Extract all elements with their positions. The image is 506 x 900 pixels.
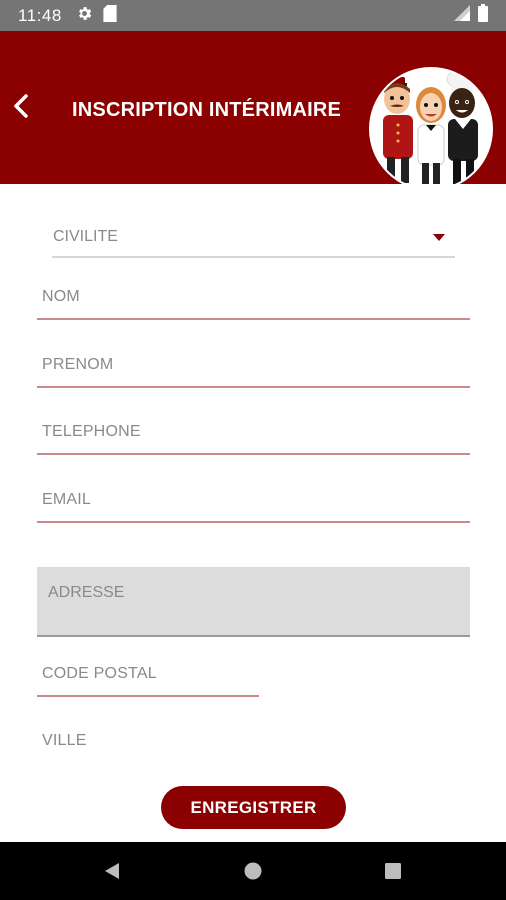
back-button[interactable] [6, 93, 36, 123]
nom-field[interactable]: NOM [37, 288, 470, 320]
adresse-field[interactable]: ADRESSE [37, 567, 470, 637]
registration-form: CIVILITE NOM PRENOM TELEPHONE EMAIL ADRE… [0, 184, 506, 842]
email-placeholder: EMAIL [42, 491, 92, 508]
signal-icon [454, 5, 470, 26]
sd-card-icon [103, 4, 117, 27]
app-bar: INSCRIPTION INTÉRIMAIRE [0, 31, 506, 191]
nom-placeholder: NOM [42, 288, 80, 305]
ville-field[interactable]: VILLE [37, 732, 470, 764]
civilite-select[interactable]: CIVILITE [52, 224, 455, 258]
adresse-placeholder: ADRESSE [48, 584, 125, 601]
page-title: INSCRIPTION INTÉRIMAIRE [72, 99, 342, 121]
status-bar: 11:48 [0, 0, 506, 31]
back-triangle-icon[interactable] [100, 859, 124, 883]
email-field[interactable]: EMAIL [37, 491, 470, 523]
gear-icon [76, 5, 93, 27]
recents-square-icon[interactable] [381, 859, 405, 883]
home-circle-icon[interactable] [241, 859, 265, 883]
prenom-field[interactable]: PRENOM [37, 356, 470, 388]
dropdown-arrow-icon [433, 234, 445, 241]
chevron-left-icon [13, 93, 29, 123]
ville-placeholder: VILLE [42, 732, 87, 749]
enregistrer-button[interactable]: ENREGISTRER [161, 786, 346, 829]
code-postal-field[interactable]: CODE POSTAL [37, 665, 259, 697]
mascots-illustration [369, 67, 493, 191]
prenom-placeholder: PRENOM [42, 356, 114, 373]
battery-icon [478, 4, 488, 27]
telephone-placeholder: TELEPHONE [42, 423, 141, 440]
civilite-label: CIVILITE [53, 228, 118, 245]
system-nav-bar [0, 842, 506, 900]
status-time: 11:48 [18, 5, 62, 25]
code-postal-placeholder: CODE POSTAL [42, 665, 157, 682]
telephone-field[interactable]: TELEPHONE [37, 423, 470, 455]
